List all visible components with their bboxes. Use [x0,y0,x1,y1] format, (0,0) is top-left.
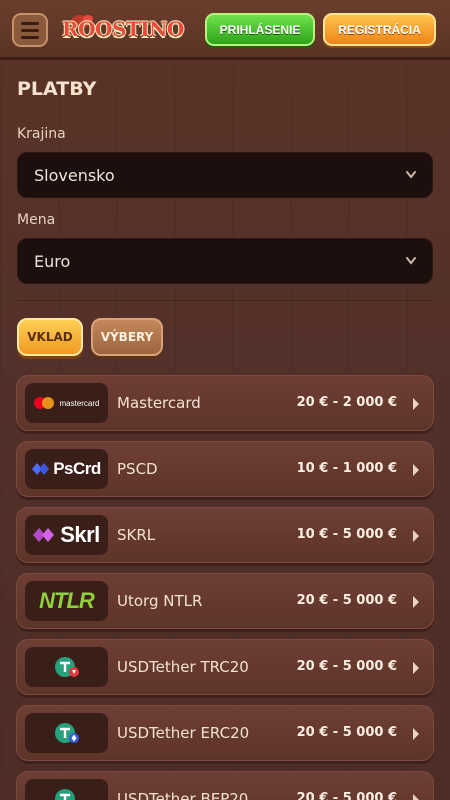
paysafecard-logo-icon: PsCrd [25,449,108,489]
method-range: 10 € - 1 000 € [296,461,397,476]
method-range: 10 € - 5 000 € [296,527,397,542]
divider [17,300,433,301]
payment-method-usdt-bep20[interactable]: USDTether BEP20 20 € - 5 000 € [16,771,434,800]
chevron-right-icon [413,530,419,542]
neteller-logo-icon: NTLR [25,581,108,621]
tether-bep20-icon [25,779,108,800]
payment-methods-list: mastercard Mastercard 20 € - 2 000 € PsC… [16,375,434,800]
payment-method-usdt-trc20[interactable]: USDTether TRC20 20 € - 5 000 € [16,639,434,695]
hamburger-menu-icon[interactable] [12,13,48,47]
chevron-right-icon [413,794,419,800]
method-range: 20 € - 5 000 € [296,725,397,740]
currency-select[interactable]: Euro [17,238,433,284]
paysafecard-logo-text: PsCrd [53,459,101,478]
top-header: ROOSTINO PRIHLÁSENIE REGISTRÁCIA [0,0,450,60]
chevron-right-icon [413,662,419,674]
currency-label: Mena [17,212,56,228]
mastercard-logo-text: mastercard [59,398,100,408]
method-name: USDTether ERC20 [117,724,250,742]
logo-text: ROOSTINO [62,17,184,41]
method-name: PSCD [117,460,158,478]
payment-method-usdt-erc20[interactable]: USDTether ERC20 20 € - 5 000 € [16,705,434,761]
method-name: USDTether BEP20 [117,790,249,800]
chevron-right-icon [413,398,419,410]
method-name: USDTether TRC20 [117,658,249,676]
tab-deposit[interactable]: VKLAD [17,318,83,356]
login-button[interactable]: PRIHLÁSENIE [205,13,315,46]
method-range: 20 € - 2 000 € [296,395,397,410]
skrill-logo-icon: Skrl [25,515,108,555]
page-title: PLATBY [17,78,97,100]
method-name: Mastercard [117,394,201,412]
currency-select-value: Euro [34,251,71,271]
neteller-logo-text: NTLR [39,588,95,613]
tab-withdrawals[interactable]: VÝBERY [91,318,163,356]
method-range: 20 € - 5 000 € [296,659,397,674]
chevron-right-icon [413,596,419,608]
payment-method-mastercard[interactable]: mastercard Mastercard 20 € - 2 000 € [16,375,434,431]
method-name: Utorg NTLR [117,592,203,610]
chevron-right-icon [413,728,419,740]
country-select-value: Slovensko [34,165,115,185]
payment-method-skrl[interactable]: Skrl SKRL 10 € - 5 000 € [16,507,434,563]
payment-method-ntlr[interactable]: NTLR Utorg NTLR 20 € - 5 000 € [16,573,434,629]
mastercard-logo-icon: mastercard [25,383,108,423]
skrill-logo-text: Skrl [60,522,100,547]
register-button[interactable]: REGISTRÁCIA [323,13,436,46]
tether-trc20-icon [25,647,108,687]
chevron-down-icon [406,257,416,265]
method-range: 20 € - 5 000 € [296,593,397,608]
country-label: Krajina [17,126,66,142]
chevron-down-icon [406,171,416,179]
site-logo[interactable]: ROOSTINO [58,12,184,46]
method-name: SKRL [117,526,156,544]
country-select[interactable]: Slovensko [17,152,433,198]
payment-method-pscd[interactable]: PsCrd PSCD 10 € - 1 000 € [16,441,434,497]
method-range: 20 € - 5 000 € [296,791,397,800]
tether-erc20-icon [25,713,108,753]
chevron-right-icon [413,464,419,476]
